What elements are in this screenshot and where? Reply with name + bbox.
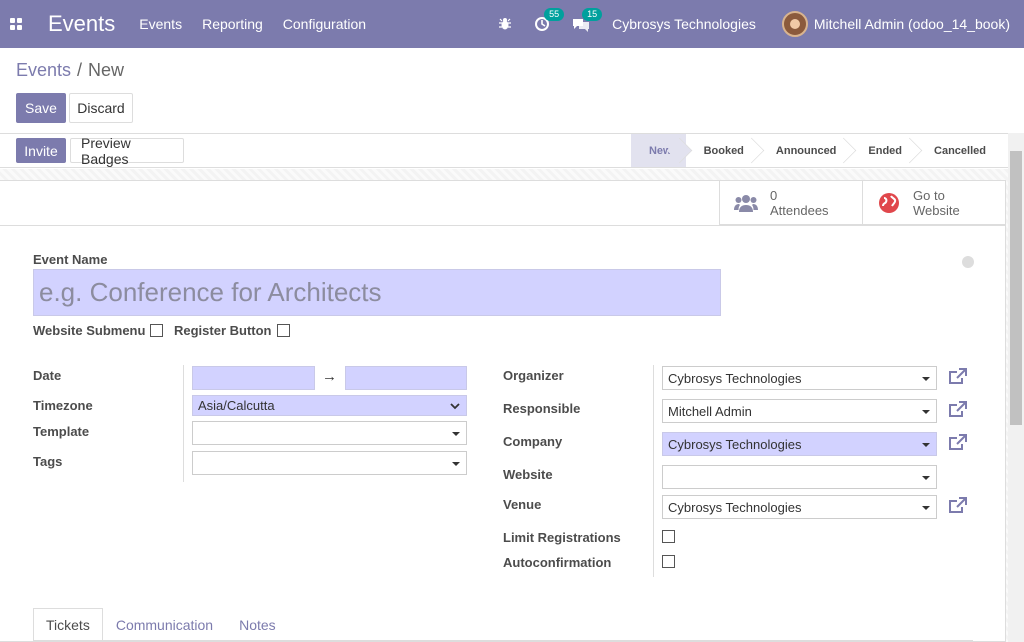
notebook-tabs: Tickets Communication Notes <box>33 608 289 641</box>
tab-communication[interactable]: Communication <box>103 608 226 641</box>
messages-chat-icon[interactable]: 15 <box>572 8 603 32</box>
chevron-down-icon <box>450 400 460 414</box>
dropdown-caret-icon <box>922 476 930 480</box>
dropdown-caret-icon <box>452 462 460 466</box>
attendees-smart-button[interactable]: 0 Attendees <box>719 181 862 225</box>
user-menu[interactable]: Mitchell Admin (odoo_14_book) <box>814 16 1010 32</box>
event-name-input[interactable]: e.g. Conference for Architects <box>33 269 721 316</box>
website-select[interactable] <box>662 465 937 489</box>
stage-cancelled[interactable]: Cancelled <box>916 134 1000 167</box>
company-external-link-icon[interactable] <box>948 434 968 455</box>
stage-new[interactable]: New <box>630 134 686 167</box>
venue-select[interactable]: Cybrosys Technologies <box>662 495 937 519</box>
venue-value: Cybrosys Technologies <box>668 499 802 515</box>
smart-button-box: 0 Attendees Go to Website <box>719 181 1005 225</box>
register-button-checkbox[interactable] <box>276 324 290 337</box>
company-select[interactable]: Cybrosys Technologies <box>662 432 937 456</box>
organizer-external-link-icon[interactable] <box>948 368 968 389</box>
apps-menu-icon[interactable] <box>0 0 32 48</box>
right-group-separator <box>653 365 654 577</box>
organizer-select[interactable]: Cybrosys Technologies <box>662 366 937 390</box>
stage-booked[interactable]: Booked <box>686 134 758 167</box>
limit-registrations-checkbox[interactable] <box>662 530 675 543</box>
company-switcher[interactable]: Cybrosys Technologies <box>612 16 756 32</box>
form-sheet: 0 Attendees Go to Website Event Name e.g. … <box>0 180 1006 642</box>
organizer-value: Cybrosys Technologies <box>668 370 802 386</box>
stage-pipeline: New Booked Announced Ended Cancelled <box>630 134 1000 167</box>
debug-bug-icon[interactable] <box>498 17 512 31</box>
users-group-icon <box>734 193 758 213</box>
dropdown-caret-icon <box>922 506 930 510</box>
template-select[interactable] <box>192 421 467 445</box>
event-name-label: Event Name <box>33 252 108 267</box>
attendees-count: 0 <box>770 188 778 203</box>
stage-ended[interactable]: Ended <box>850 134 916 167</box>
timezone-label: Timezone <box>33 398 93 413</box>
activity-count-badge: 55 <box>544 8 565 21</box>
go-to-website-smart-button[interactable]: Go to Website <box>862 181 1005 225</box>
website-submenu-checkbox[interactable] <box>150 324 164 337</box>
tab-tickets[interactable]: Tickets <box>33 608 103 641</box>
dropdown-caret-icon <box>452 432 460 436</box>
date-begin-input[interactable] <box>192 366 315 390</box>
breadcrumb-separator: / <box>77 60 83 80</box>
scrollbar-thumb[interactable] <box>1010 151 1022 425</box>
save-button[interactable]: Save <box>16 93 66 123</box>
left-group-separator <box>183 365 184 482</box>
menu-configuration[interactable]: Configuration <box>283 16 366 32</box>
globe-icon <box>877 192 901 214</box>
messages-count-badge: 15 <box>582 8 603 21</box>
menu-events[interactable]: Events <box>139 16 182 32</box>
venue-external-link-icon[interactable] <box>948 497 968 518</box>
date-range-arrow-icon: → <box>322 368 337 385</box>
responsible-select[interactable]: Mitchell Admin <box>662 399 937 423</box>
timezone-value: Asia/Calcutta <box>198 398 275 413</box>
activity-clock-icon[interactable]: 55 <box>534 8 565 32</box>
preview-badges-button[interactable]: Preview Badges <box>70 135 184 167</box>
organizer-label: Organizer <box>503 368 564 383</box>
tags-select[interactable] <box>192 451 467 475</box>
template-label: Template <box>33 424 90 439</box>
company-value: Cybrosys Technologies <box>668 436 802 452</box>
register-button-label: Register Button <box>174 323 272 338</box>
breadcrumb-current: New <box>88 60 125 80</box>
top-navbar: Events Events Reporting Configuration 55… <box>0 0 1024 48</box>
register-button-row: Register Button <box>174 323 290 338</box>
venue-label: Venue <box>503 497 542 512</box>
user-avatar[interactable] <box>781 11 808 37</box>
limit-registrations-label: Limit Registrations <box>503 530 621 545</box>
tab-notes[interactable]: Notes <box>226 608 289 641</box>
discard-button[interactable]: Discard <box>69 93 133 123</box>
dropdown-caret-icon <box>922 410 930 414</box>
website-line1: Go to <box>913 188 945 203</box>
app-title[interactable]: Events <box>48 11 115 37</box>
website-line2: Website <box>913 203 960 218</box>
kanban-status-dot[interactable] <box>962 256 974 268</box>
responsible-label: Responsible <box>503 401 581 416</box>
responsible-external-link-icon[interactable] <box>948 401 968 422</box>
autoconfirmation-label: Autoconfirmation <box>503 555 612 570</box>
dropdown-caret-icon <box>922 443 930 447</box>
date-end-input[interactable] <box>345 366 467 390</box>
dropdown-caret-icon <box>922 377 930 381</box>
timezone-select[interactable]: Asia/Calcutta <box>192 395 467 416</box>
date-label: Date <box>33 368 62 383</box>
website-label: Website <box>503 467 553 482</box>
company-label: Company <box>503 434 563 449</box>
tags-label: Tags <box>33 454 63 469</box>
website-submenu-row: Website Submenu <box>33 323 164 338</box>
breadcrumb-parent[interactable]: Events <box>16 60 71 80</box>
sheet-divider <box>0 225 1006 226</box>
stage-announced[interactable]: Announced <box>758 134 851 167</box>
responsible-value: Mitchell Admin <box>668 403 752 419</box>
menu-reporting[interactable]: Reporting <box>202 16 263 32</box>
tabs-underline <box>33 640 973 641</box>
attendees-label: Attendees <box>770 203 829 218</box>
autoconfirmation-checkbox[interactable] <box>662 555 675 568</box>
website-submenu-label: Website Submenu <box>33 323 146 338</box>
breadcrumb: Events / New <box>16 60 124 81</box>
invite-button[interactable]: Invite <box>16 138 66 163</box>
form-statusbar: Invite Preview Badges New Booked Announc… <box>0 133 1008 168</box>
